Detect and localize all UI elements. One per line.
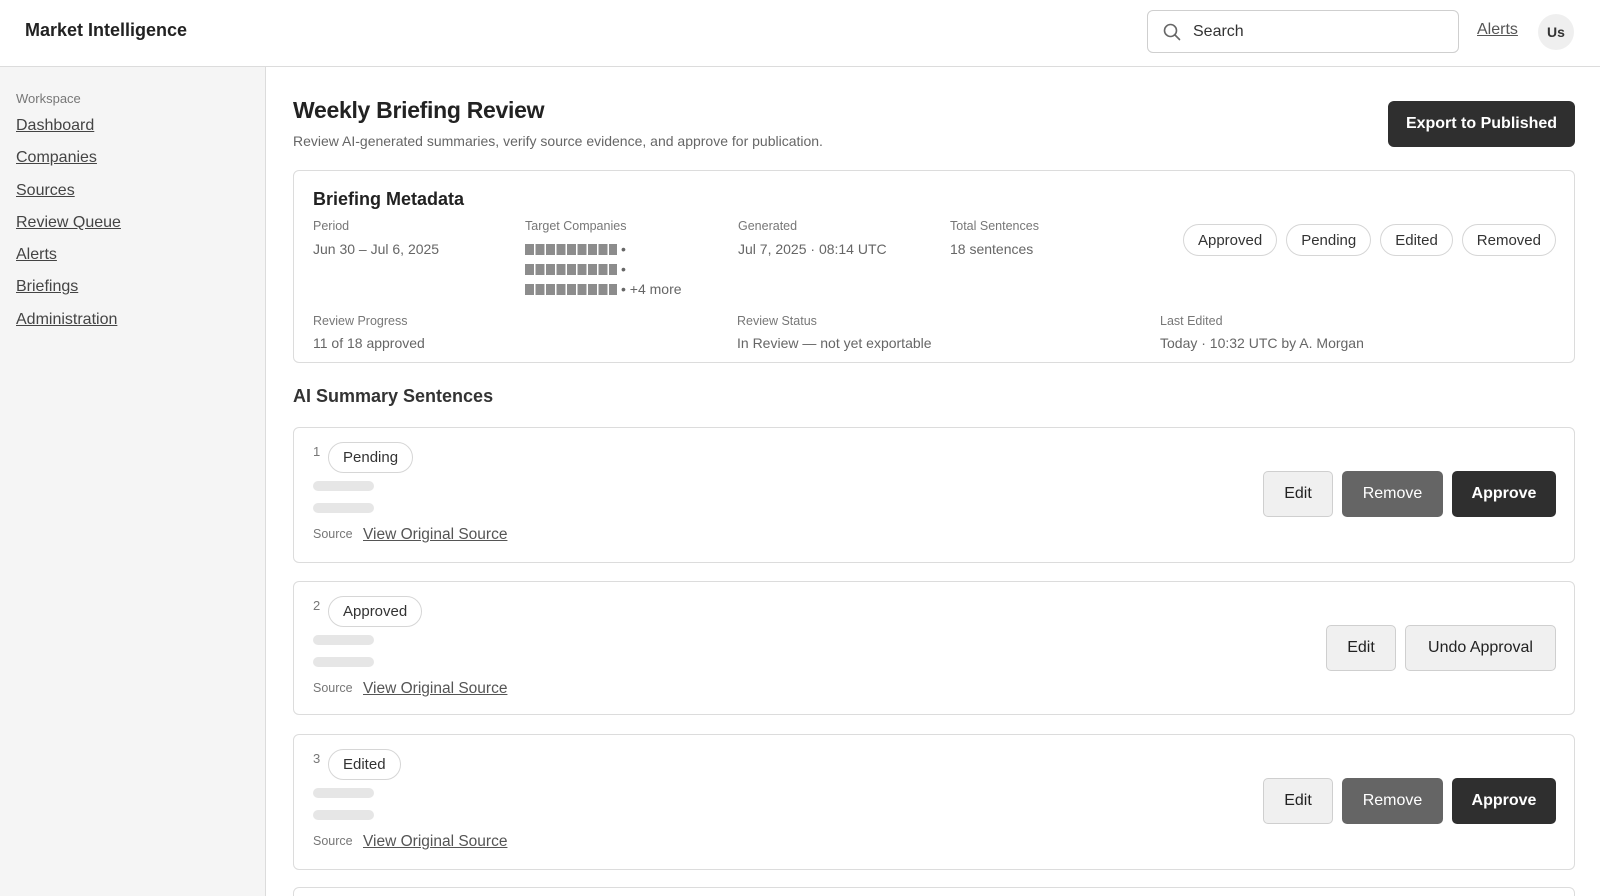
- sentence-card: 1 Pending Source View Original Source Ed…: [293, 427, 1575, 563]
- sentence-number: 2: [313, 598, 321, 613]
- app-title: Market Intelligence: [25, 20, 188, 40]
- sentence-text-placeholder: [313, 810, 374, 820]
- legend-chip-pending: Pending: [1286, 224, 1372, 256]
- sidebar-item-briefings[interactable]: Briefings: [16, 278, 78, 295]
- main-content: Weekly Briefing Review Review AI-generat…: [266, 67, 1600, 896]
- approve-button[interactable]: Approve: [1452, 778, 1556, 824]
- view-original-source-link[interactable]: View Original Source: [363, 833, 507, 851]
- sentence-number: 1: [313, 444, 321, 459]
- redacted-company: • +4 more: [525, 281, 682, 297]
- redacted-company: •: [525, 241, 626, 257]
- approve-button[interactable]: Approve: [1452, 471, 1556, 517]
- sentence-actions: Edit Remove Approve: [1263, 471, 1556, 517]
- period-label: Period: [313, 219, 350, 233]
- sidebar-item-companies[interactable]: Companies: [16, 149, 97, 166]
- search-icon: [1163, 23, 1181, 41]
- companies-more: • +4 more: [621, 281, 682, 297]
- review-status-value: In Review — not yet exportable: [737, 335, 932, 351]
- briefing-metadata-card: Briefing Metadata Period Jun 30 – Jul 6,…: [293, 170, 1575, 363]
- last-edited-label: Last Edited: [1160, 314, 1223, 328]
- generated-label: Generated: [738, 219, 798, 233]
- status-badge: Pending: [328, 442, 414, 473]
- search-input[interactable]: [1193, 12, 1448, 51]
- export-to-published-button[interactable]: Export to Published: [1388, 101, 1575, 147]
- source-label: Source: [313, 681, 353, 695]
- total-sentences-label: Total Sentences: [950, 219, 1039, 233]
- redacted-bar: [525, 243, 617, 255]
- total-sentences-value: 18 sentences: [950, 241, 1034, 257]
- edit-button[interactable]: Edit: [1326, 625, 1396, 671]
- sentence-card: 3 Edited Source View Original Source Edi…: [293, 734, 1575, 870]
- sidebar-heading: Workspace: [16, 91, 81, 106]
- status-badge: Edited: [328, 749, 401, 780]
- sidebar-nav: Dashboard Companies Sources Review Queue…: [16, 117, 121, 343]
- search-box[interactable]: [1147, 10, 1459, 53]
- remove-button[interactable]: Remove: [1342, 471, 1443, 517]
- sidebar-item-review-queue[interactable]: Review Queue: [16, 214, 121, 231]
- sidebar: Workspace Dashboard Companies Sources Re…: [0, 67, 266, 896]
- review-progress-value: 11 of 18 approved: [313, 335, 425, 351]
- edit-button[interactable]: Edit: [1263, 471, 1333, 517]
- page-title: Weekly Briefing Review: [293, 97, 545, 123]
- company-separator: •: [621, 241, 626, 257]
- top-bar: Market Intelligence Alerts Us: [0, 0, 1600, 67]
- sentence-number: 3: [313, 751, 321, 766]
- header-alerts-link[interactable]: Alerts: [1477, 21, 1518, 39]
- sidebar-item-sources[interactable]: Sources: [16, 182, 75, 199]
- redacted-bar: [525, 283, 617, 295]
- view-original-source-link[interactable]: View Original Source: [363, 526, 507, 544]
- target-companies-label: Target Companies: [525, 219, 627, 233]
- legend-chip-removed: Removed: [1461, 224, 1556, 256]
- redacted-bar: [525, 263, 617, 275]
- metadata-title: Briefing Metadata: [313, 189, 465, 209]
- sentence-text-placeholder: [313, 635, 374, 645]
- sentence-text-placeholder: [313, 788, 374, 798]
- undo-approval-button[interactable]: Undo Approval: [1405, 625, 1556, 671]
- view-original-source-link[interactable]: View Original Source: [363, 680, 507, 698]
- sentence-text-placeholder: [313, 481, 374, 491]
- sidebar-item-administration[interactable]: Administration: [16, 311, 117, 328]
- legend-chip-approved: Approved: [1182, 224, 1278, 256]
- review-status-label: Review Status: [737, 314, 817, 328]
- page-subtitle: Review AI-generated summaries, verify so…: [293, 133, 823, 149]
- sentence-actions: Edit Undo Approval: [1326, 625, 1556, 671]
- status-legend: Approved Pending Edited Removed: [1182, 224, 1556, 256]
- edit-button[interactable]: Edit: [1263, 778, 1333, 824]
- sentence-card: 2 Approved Source View Original Source E…: [293, 581, 1575, 715]
- last-edited-value: Today · 10:32 UTC by A. Morgan: [1160, 335, 1364, 351]
- sentence-card-partial: [293, 887, 1575, 896]
- company-separator: •: [621, 261, 626, 277]
- redacted-company: •: [525, 261, 626, 277]
- source-label: Source: [313, 834, 353, 848]
- sidebar-item-alerts[interactable]: Alerts: [16, 246, 57, 263]
- legend-chip-edited: Edited: [1380, 224, 1453, 256]
- remove-button[interactable]: Remove: [1342, 778, 1443, 824]
- status-badge: Approved: [328, 596, 423, 627]
- source-label: Source: [313, 527, 353, 541]
- period-value: Jun 30 – Jul 6, 2025: [313, 241, 440, 257]
- sentence-text-placeholder: [313, 503, 374, 513]
- review-progress-label: Review Progress: [313, 314, 408, 328]
- user-avatar[interactable]: Us: [1538, 14, 1574, 50]
- sentence-text-placeholder: [313, 657, 374, 667]
- ai-summary-section-title: AI Summary Sentences: [293, 386, 494, 406]
- sentence-actions: Edit Remove Approve: [1263, 778, 1556, 824]
- generated-value: Jul 7, 2025 · 08:14 UTC: [738, 241, 887, 257]
- sidebar-item-dashboard[interactable]: Dashboard: [16, 117, 94, 134]
